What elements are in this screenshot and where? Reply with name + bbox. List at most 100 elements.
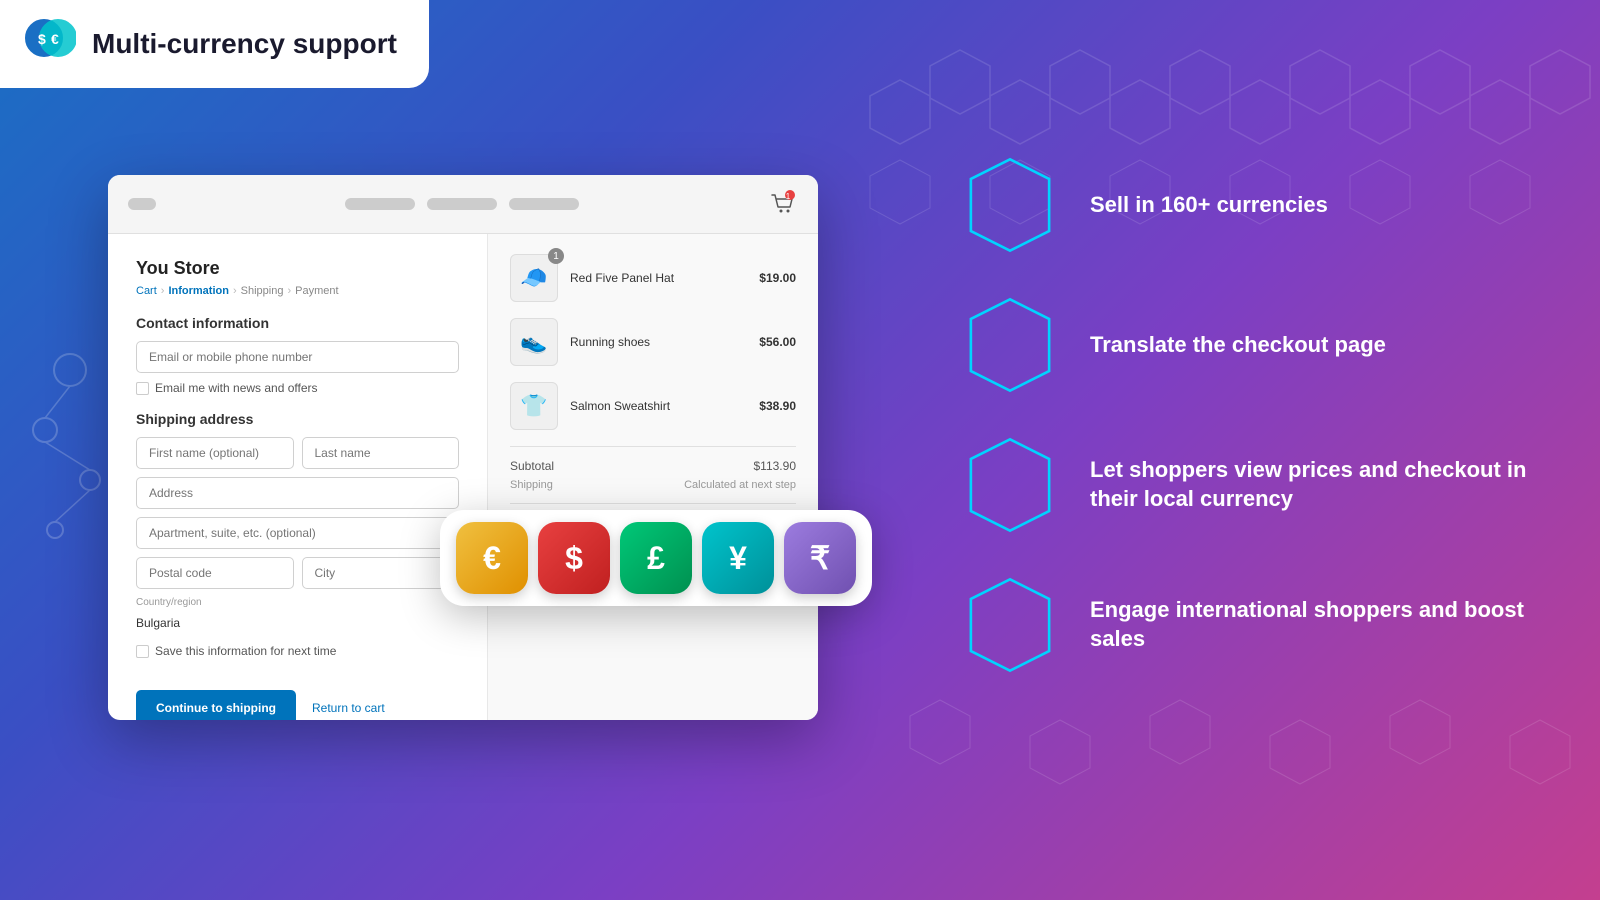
decoration-nodes	[30, 350, 110, 550]
feature-4-text: Engage international shoppers and boost …	[1090, 596, 1540, 653]
action-buttons: Continue to shipping Return to cart	[136, 674, 459, 720]
continue-to-shipping-button[interactable]: Continue to shipping	[136, 690, 296, 720]
item-2-price: $56.00	[759, 335, 796, 349]
item-3-image-wrap: 👕	[510, 382, 558, 430]
contact-input[interactable]	[136, 341, 459, 373]
breadcrumb-shipping: Shipping	[241, 285, 284, 297]
contact-section-label: Contact information	[136, 315, 459, 331]
first-name-input[interactable]	[136, 437, 294, 469]
item-1-badge: 1	[548, 248, 564, 264]
item-1-price: $19.00	[759, 271, 796, 285]
header: $ € Multi-currency support	[0, 0, 429, 88]
newsletter-checkbox[interactable]	[136, 382, 149, 395]
store-name: You Store	[136, 258, 459, 279]
order-divider-2	[510, 503, 796, 504]
country-label: Country/region	[136, 597, 459, 608]
feature-item-2: Translate the checkout page	[960, 295, 1540, 395]
feature-1-title: Sell in 160+ currencies	[1090, 191, 1540, 220]
subtotal-value: $113.90	[754, 459, 797, 473]
save-info-label: Save this information for next time	[155, 644, 336, 658]
feature-2-hex	[960, 295, 1060, 395]
feature-3-hex	[960, 435, 1060, 535]
breadcrumb-payment: Payment	[295, 285, 338, 297]
feature-2-title: Translate the checkout page	[1090, 331, 1540, 360]
country-value: Bulgaria	[136, 610, 459, 636]
form-panel: You Store Cart › Information › Shipping …	[108, 234, 488, 720]
item-2-image: 👟	[510, 318, 558, 366]
feature-3-title: Let shoppers view prices and checkout in…	[1090, 456, 1540, 513]
breadcrumb-cart[interactable]: Cart	[136, 285, 157, 297]
newsletter-label: Email me with news and offers	[155, 381, 318, 395]
checkout-card: 1 You Store Cart › Information › Shippin…	[108, 175, 818, 720]
postal-input[interactable]	[136, 557, 294, 589]
sep-3: ›	[287, 285, 291, 297]
cart-icon[interactable]: 1	[768, 189, 798, 219]
newsletter-checkbox-row: Email me with news and offers	[136, 381, 459, 395]
feature-1-text: Sell in 160+ currencies	[1090, 191, 1540, 220]
feature-4-title: Engage international shoppers and boost …	[1090, 596, 1540, 653]
item-2-image-wrap: 👟	[510, 318, 558, 366]
nav-dot-1	[128, 198, 156, 210]
apt-input[interactable]	[136, 517, 459, 549]
svg-text:1: 1	[786, 192, 791, 201]
order-item-1: 1 🧢 Red Five Panel Hat $19.00	[510, 254, 796, 302]
feature-item-1: £ € $ Sell in 160+ currencies	[960, 155, 1540, 255]
nav-tab-1	[345, 198, 415, 210]
svg-text:$: $	[38, 31, 46, 47]
save-info-row: Save this information for next time	[136, 644, 459, 658]
subtotal-row: Subtotal $113.90	[510, 459, 796, 473]
city-input[interactable]	[302, 557, 460, 589]
address-input[interactable]	[136, 477, 459, 509]
currency-strip: € $ £ ¥ ₹	[440, 510, 872, 606]
rupee-icon[interactable]: ₹	[784, 522, 856, 594]
sep-1: ›	[161, 285, 165, 297]
postal-city-row	[136, 557, 459, 589]
header-logo: $ €	[24, 18, 76, 70]
feature-item-4: ✦ ✦ Engage international shoppers and bo…	[960, 575, 1540, 675]
card-content: You Store Cart › Information › Shipping …	[108, 234, 818, 720]
last-name-input[interactable]	[302, 437, 460, 469]
item-3-name: Salmon Sweatshirt	[570, 399, 747, 413]
svg-text:€: €	[51, 31, 59, 47]
save-info-checkbox[interactable]	[136, 645, 149, 658]
euro-icon[interactable]: €	[456, 522, 528, 594]
feature-1-hex: £ € $	[960, 155, 1060, 255]
features-panel: £ € $ Sell in 160+ currencies	[960, 155, 1540, 715]
shipping-label: Shipping	[510, 479, 553, 491]
header-title: Multi-currency support	[92, 28, 397, 60]
order-item-2: 👟 Running shoes $56.00	[510, 318, 796, 366]
feature-2-text: Translate the checkout page	[1090, 331, 1540, 360]
order-panel: 1 🧢 Red Five Panel Hat $19.00 👟 Running …	[488, 234, 818, 720]
item-2-info: Running shoes	[558, 335, 759, 349]
item-3-info: Salmon Sweatshirt	[558, 399, 759, 413]
shipping-value: Calculated at next step	[684, 479, 796, 491]
nav-dots	[128, 198, 156, 210]
item-1-image-wrap: 1 🧢	[510, 254, 558, 302]
shipping-row: Shipping Calculated at next step	[510, 479, 796, 491]
order-item-3: 👕 Salmon Sweatshirt $38.90	[510, 382, 796, 430]
item-1-info: Red Five Panel Hat	[558, 271, 759, 285]
item-3-price: $38.90	[759, 399, 796, 413]
order-divider	[510, 446, 796, 447]
subtotal-label: Subtotal	[510, 459, 554, 473]
feature-3-text: Let shoppers view prices and checkout in…	[1090, 456, 1540, 513]
country-field: Country/region Bulgaria	[136, 597, 459, 636]
nav-tab-3	[509, 198, 579, 210]
card-nav: 1	[108, 175, 818, 234]
nav-tab-2	[427, 198, 497, 210]
shipping-section: Shipping address Country/region Bulgaria	[136, 411, 459, 720]
dollar-icon[interactable]: $	[538, 522, 610, 594]
feature-4-hex: ✦ ✦	[960, 575, 1060, 675]
yen-icon[interactable]: ¥	[702, 522, 774, 594]
feature-item-3: Let shoppers view prices and checkout in…	[960, 435, 1540, 535]
pound-icon[interactable]: £	[620, 522, 692, 594]
nav-tabs	[345, 198, 579, 210]
name-row	[136, 437, 459, 469]
item-3-image: 👕	[510, 382, 558, 430]
shipping-section-label: Shipping address	[136, 411, 459, 427]
breadcrumb-information[interactable]: Information	[168, 285, 229, 297]
item-1-name: Red Five Panel Hat	[570, 271, 747, 285]
breadcrumb: Cart › Information › Shipping › Payment	[136, 285, 459, 297]
item-2-name: Running shoes	[570, 335, 747, 349]
return-to-cart-button[interactable]: Return to cart	[312, 701, 385, 715]
